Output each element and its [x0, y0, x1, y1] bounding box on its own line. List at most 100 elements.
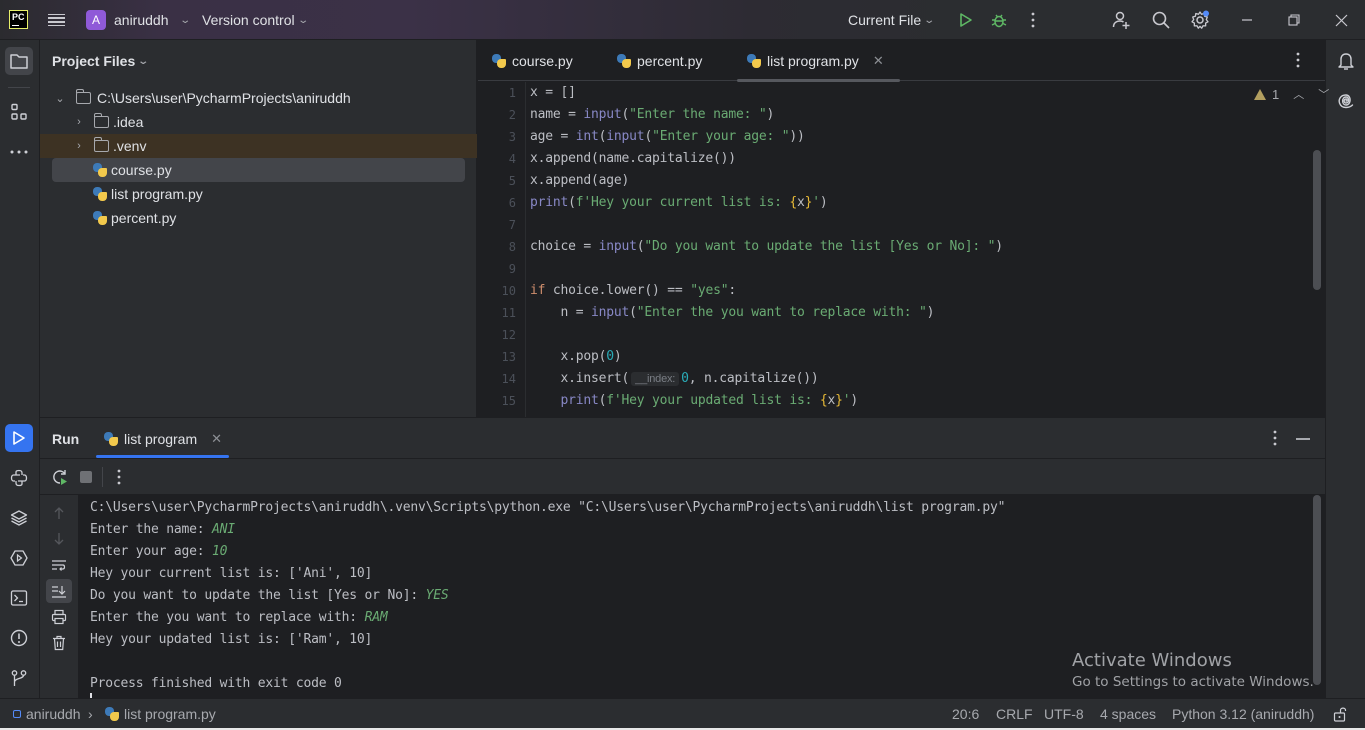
hide-panel-button[interactable]	[1296, 438, 1310, 440]
run-tab-label: list program	[124, 430, 198, 447]
project-tool-button[interactable]	[5, 47, 33, 75]
tab-label: course.py	[512, 52, 573, 69]
console-line: Hey your current list is: ['Ani', 10]	[90, 563, 372, 585]
python-file-icon	[93, 211, 107, 225]
tab-label: percent.py	[637, 52, 703, 69]
chevron-down-icon[interactable]: ⌄	[54, 92, 66, 105]
more-actions-button[interactable]	[117, 469, 121, 488]
soft-wrap-button[interactable]	[46, 553, 72, 577]
code-line[interactable]: x = []	[530, 82, 576, 104]
problems-tool-button[interactable]	[5, 624, 33, 652]
close-tab-icon[interactable]: ✕	[211, 431, 222, 447]
python-interpreter[interactable]: Python 3.12 (aniruddh)	[1172, 699, 1314, 729]
chevron-down-icon: ⌄	[137, 55, 150, 67]
tree-item-course[interactable]: course.py	[40, 158, 477, 182]
trash-icon	[53, 635, 65, 651]
run-tool-button[interactable]	[5, 424, 33, 452]
chevron-down-icon: ⌄	[923, 14, 936, 26]
read-only-toggle[interactable]	[1333, 699, 1347, 729]
settings-button[interactable]	[1189, 0, 1211, 40]
close-window-button[interactable]	[1330, 0, 1352, 40]
indent-settings[interactable]: 4 spaces	[1100, 699, 1156, 729]
tree-item-percent[interactable]: percent.py	[40, 206, 477, 230]
code-line[interactable]: age = int(input("Enter your age: "))	[530, 126, 805, 148]
debug-button[interactable]	[989, 0, 1009, 40]
console-text: Process finished with exit code 0	[90, 676, 342, 691]
structure-tool-button[interactable]	[5, 98, 33, 126]
version-control-widget[interactable]: Version control ⌄	[202, 0, 309, 40]
chevron-right-icon[interactable]: ›	[73, 116, 85, 128]
caret-position[interactable]: 20:6	[952, 699, 979, 729]
run-button[interactable]	[956, 0, 976, 40]
code-line[interactable]: x.insert(__index: 0, n.capitalize())	[530, 368, 819, 390]
minimize-button[interactable]	[1236, 0, 1258, 40]
chevron-right-icon: ›	[88, 706, 93, 722]
right-tool-strip	[1325, 40, 1365, 698]
tree-root[interactable]: ⌄ C:\Users\user\PycharmProjects\aniruddh	[40, 86, 477, 110]
chevron-right-icon[interactable]: ›	[73, 140, 85, 152]
more-vertical-icon	[1031, 12, 1035, 28]
line-separator[interactable]: CRLF	[996, 699, 1033, 729]
notifications-button[interactable]	[1332, 47, 1360, 75]
code-line[interactable]: x.pop(0)	[530, 346, 622, 368]
git-tool-button[interactable]	[5, 664, 33, 692]
tab-course[interactable]: course.py	[492, 40, 573, 81]
code-line[interactable]: n = input("Enter the you want to replace…	[530, 302, 935, 324]
rerun-button[interactable]	[51, 468, 69, 489]
tab-percent[interactable]: percent.py	[617, 40, 702, 81]
code-line[interactable]: name = input("Enter the name: ")	[530, 104, 774, 126]
project-view-selector[interactable]: Project Files ⌄	[52, 53, 150, 69]
tree-item-list-program[interactable]: list program.py	[40, 182, 477, 206]
clear-all-button[interactable]	[46, 631, 72, 655]
pycharm-logo[interactable]: PC	[9, 10, 28, 29]
editor-tabs-more-button[interactable]	[1296, 52, 1300, 71]
run-config-label: Current File	[848, 12, 922, 28]
run-panel-title: Run	[52, 431, 80, 447]
python-console-tool-button[interactable]	[5, 464, 33, 492]
run-tab-list-program[interactable]: list program ✕	[104, 418, 222, 459]
print-button[interactable]	[46, 605, 72, 629]
title-bar: PC A aniruddh ⌄ Version control ⌄ Curren…	[0, 0, 1365, 40]
search-everywhere-button[interactable]	[1150, 0, 1172, 40]
scroll-up-button[interactable]	[46, 501, 72, 525]
line-number: 14	[501, 372, 516, 386]
tree-item-idea[interactable]: › .idea	[40, 110, 477, 134]
scroll-to-end-button[interactable]	[46, 579, 72, 603]
close-tab-icon[interactable]: ✕	[873, 53, 884, 69]
python-file-icon	[93, 187, 107, 201]
terminal-tool-button[interactable]	[5, 584, 33, 612]
code-line[interactable]: print(f'Hey your updated list is: {x}')	[530, 390, 859, 412]
code-line[interactable]: x.append(age)	[530, 170, 629, 192]
folder-icon	[10, 54, 28, 69]
python-packages-tool-button[interactable]	[5, 504, 33, 532]
code-line[interactable]: print(f'Hey your current list is: {x}')	[530, 192, 828, 214]
more-actions-button[interactable]	[1025, 0, 1041, 40]
code-line[interactable]: if choice.lower() == "yes":	[530, 280, 736, 302]
main-menu-button[interactable]	[48, 0, 68, 40]
code-line[interactable]: choice = input("Do you want to update th…	[530, 236, 1003, 258]
stop-button[interactable]	[80, 471, 92, 483]
code-line[interactable]: x.append(name.capitalize())	[530, 148, 736, 170]
breadcrumb-project[interactable]: aniruddh	[13, 699, 81, 729]
project-panel: Project Files ⌄ ⌄ C:\Users\user\PycharmP…	[40, 40, 477, 417]
file-encoding[interactable]: UTF-8	[1044, 699, 1084, 729]
restore-button[interactable]	[1283, 0, 1305, 40]
breadcrumb-file[interactable]: list program.py	[105, 699, 216, 729]
ai-assistant-icon	[1338, 94, 1354, 109]
code-area[interactable]: 1 2 3 4 5 6 7 8 9 10 11 12 13 14 15 x = [] name = input…	[478, 82, 1325, 417]
breadcrumb-separator: ›	[88, 699, 93, 729]
project-widget[interactable]: A aniruddh ⌄	[86, 0, 191, 40]
ai-assistant-button[interactable]	[1332, 87, 1360, 115]
run-options-button[interactable]	[1273, 430, 1277, 449]
tree-item-venv[interactable]: › .venv	[40, 134, 477, 158]
run-configuration-selector[interactable]: Current File ⌄	[848, 0, 936, 40]
editor: course.py percent.py list program.py ✕ 1…	[478, 40, 1329, 417]
services-tool-button[interactable]	[5, 544, 33, 572]
editor-scrollbar[interactable]	[1313, 150, 1321, 290]
tab-list-program[interactable]: list program.py ✕	[737, 40, 900, 82]
more-vertical-icon	[117, 469, 121, 485]
code-with-me-button[interactable]	[1110, 0, 1132, 40]
console-scrollbar[interactable]	[1313, 495, 1321, 685]
scroll-down-button[interactable]	[46, 527, 72, 551]
more-tool-windows-button[interactable]	[5, 138, 33, 166]
